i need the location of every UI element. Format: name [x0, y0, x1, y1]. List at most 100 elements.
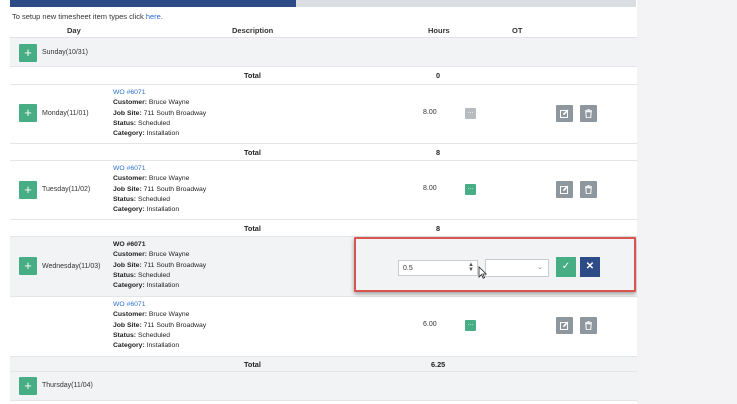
col-hours: Hours	[428, 26, 450, 35]
work-order-label: WO #6071	[113, 241, 146, 248]
trash-icon	[585, 109, 592, 118]
mouse-cursor-icon	[478, 266, 487, 279]
status-label: Status:	[113, 331, 137, 339]
entry-description: WO #6071 Customer: Bruce Wayne Job Site:…	[113, 300, 206, 351]
status-value: Scheduled	[137, 119, 171, 127]
work-order-link[interactable]: WO #6071	[113, 165, 146, 172]
total-row: Total 6.25	[10, 357, 637, 372]
total-row: Total 0	[10, 67, 637, 85]
day-label: Monday(11/01)	[42, 110, 89, 117]
total-row: Total 8	[10, 144, 637, 161]
total-value: 8	[436, 148, 441, 157]
entry-description: WO #6071 Customer: Bruce Wayne Job Site:…	[113, 88, 206, 139]
status-label: Status:	[113, 271, 137, 279]
job-site-label: Job Site:	[113, 261, 142, 269]
customer-label: Customer:	[113, 311, 147, 319]
active-tab[interactable]	[10, 0, 296, 7]
col-ot: OT	[512, 26, 523, 35]
customer-label: Customer:	[113, 175, 147, 183]
total-label: Total	[244, 224, 261, 233]
entry-row-tuesday: + Tuesday(11/02) WO #6071 Customer: Bruc…	[10, 161, 637, 220]
ot-button[interactable]: ...	[465, 320, 476, 331]
col-day: Day	[67, 26, 81, 35]
hint-text: To setup new timesheet item types click	[12, 12, 146, 21]
job-site-value: 711 South Broadway	[143, 261, 207, 269]
category-label: Category:	[113, 206, 145, 214]
job-site-label: Job Site:	[113, 109, 142, 117]
entry-description: WO #6071 Customer: Bruce Wayne Job Site:…	[113, 164, 206, 215]
edit-icon	[560, 185, 569, 194]
customer-label: Customer:	[113, 99, 147, 107]
setup-hint: To setup new timesheet item types click …	[12, 12, 163, 21]
day-label: Wednesday(11/03)	[42, 263, 101, 270]
category-value: Installation	[146, 282, 180, 290]
delete-button[interactable]	[580, 181, 597, 198]
entry-row-monday: + Monday(11/01) WO #6071 Customer: Bruce…	[10, 85, 637, 144]
day-row-thursday: + Thursday(11/04)	[10, 372, 637, 401]
hours-value: 8.00	[423, 109, 437, 116]
category-label: Category:	[113, 130, 145, 138]
col-description: Description	[232, 26, 274, 35]
item-types-link[interactable]: here	[146, 12, 161, 21]
job-site-label: Job Site:	[113, 321, 142, 329]
add-entry-button[interactable]: +	[19, 181, 37, 199]
category-value: Installation	[146, 342, 180, 350]
total-value: 8	[436, 224, 441, 233]
customer-value: Bruce Wayne	[148, 311, 190, 319]
edit-button[interactable]	[556, 105, 573, 122]
delete-button[interactable]	[580, 317, 597, 334]
hours-value: 8.00	[423, 185, 437, 192]
job-site-value: 711 South Broadway	[143, 321, 207, 329]
total-value: 0	[436, 71, 441, 80]
job-site-value: 711 South Broadway	[143, 185, 207, 193]
customer-value: Bruce Wayne	[148, 175, 190, 183]
status-value: Scheduled	[137, 271, 171, 279]
day-label: Sunday(10/31)	[42, 49, 88, 56]
customer-value: Bruce Wayne	[148, 99, 190, 107]
page-gutter	[637, 0, 737, 404]
total-row: Total 8	[10, 220, 637, 237]
job-site-value: 711 South Broadway	[143, 109, 207, 117]
entry-description: WO #6071 Customer: Bruce Wayne Job Site:…	[113, 240, 206, 291]
trash-icon	[585, 185, 592, 194]
job-site-label: Job Site:	[113, 185, 142, 193]
delete-button[interactable]	[580, 105, 597, 122]
work-order-link[interactable]: WO #6071	[113, 301, 146, 308]
edit-button[interactable]	[556, 181, 573, 198]
add-entry-button[interactable]: +	[19, 44, 37, 62]
edit-button[interactable]	[556, 317, 573, 334]
hint-tail: .	[160, 12, 163, 21]
total-label: Total	[244, 71, 261, 80]
ot-button[interactable]: ...	[465, 108, 476, 119]
status-label: Status:	[113, 195, 137, 203]
category-label: Category:	[113, 282, 145, 290]
category-value: Installation	[146, 130, 180, 138]
timesheet-page: To setup new timesheet item types click …	[0, 0, 637, 404]
status-value: Scheduled	[137, 331, 171, 339]
status-value: Scheduled	[137, 195, 171, 203]
add-entry-button[interactable]: +	[19, 104, 37, 122]
ot-button[interactable]: ...	[465, 184, 476, 195]
table-header: Day Description Hours OT	[10, 23, 637, 38]
customer-label: Customer:	[113, 251, 147, 259]
total-label: Total	[244, 360, 261, 369]
total-value: 6.25	[431, 360, 446, 369]
trash-icon	[585, 321, 592, 330]
day-label: Tuesday(11/02)	[42, 186, 91, 193]
status-label: Status:	[113, 119, 137, 127]
work-order-link[interactable]: WO #6071	[113, 89, 146, 96]
add-entry-button[interactable]: +	[19, 377, 37, 395]
edit-icon	[560, 321, 569, 330]
total-label: Total	[244, 148, 261, 157]
customer-value: Bruce Wayne	[148, 251, 190, 259]
entry-row-wednesday: WO #6071 Customer: Bruce Wayne Job Site:…	[10, 297, 637, 357]
edit-highlight-box	[354, 237, 636, 292]
hours-value: 6.00	[423, 321, 437, 328]
category-value: Installation	[146, 206, 180, 214]
inactive-tab[interactable]	[296, 0, 636, 7]
day-label: Thursday(11/04)	[42, 382, 93, 389]
day-row-sunday: + Sunday(10/31)	[10, 38, 637, 67]
category-label: Category:	[113, 342, 145, 350]
add-entry-button[interactable]: +	[19, 257, 37, 275]
edit-icon	[560, 109, 569, 118]
